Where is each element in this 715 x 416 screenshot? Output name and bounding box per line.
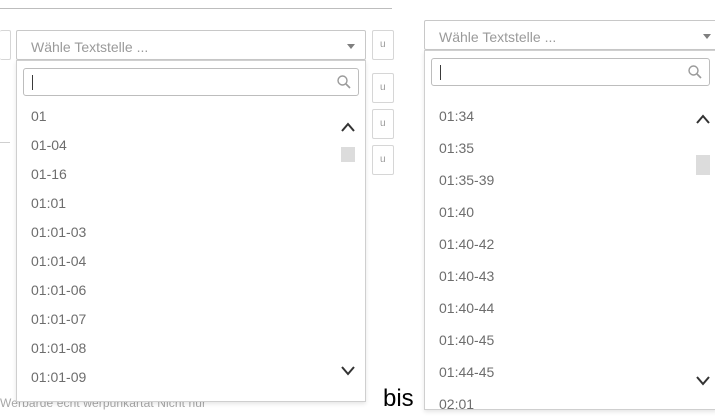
select-placeholder: Wähle Textstelle ...: [31, 39, 149, 55]
search-icon: [688, 65, 702, 79]
scroll-thumb[interactable]: [341, 147, 355, 162]
chevron-down-icon[interactable]: [340, 365, 356, 377]
scrollbar[interactable]: [337, 105, 359, 401]
background-fragment-text: u: [380, 118, 386, 129]
list-item[interactable]: 01:40-45: [439, 332, 494, 348]
search-icon: [337, 75, 351, 89]
background-field-fragment: u: [372, 73, 394, 103]
caret-down-icon[interactable]: [347, 44, 355, 49]
list-item[interactable]: 01:35: [439, 140, 474, 156]
chevron-up-icon[interactable]: [695, 113, 711, 125]
list-item[interactable]: 01:40-43: [439, 268, 494, 284]
list-item[interactable]: 01:40-44: [439, 300, 494, 316]
list-item[interactable]: 01-16: [31, 166, 67, 182]
options-list: 01:34 01:35 01:35-39 01:40 01:40-42 01:4…: [425, 95, 715, 409]
list-item[interactable]: 01:34: [439, 108, 474, 124]
background-fragment-text: u: [380, 39, 386, 50]
scroll-thumb[interactable]: [696, 155, 710, 175]
text-cursor: [440, 65, 441, 80]
list-item[interactable]: 02:01: [439, 396, 474, 409]
list-item[interactable]: 01-04: [31, 137, 67, 153]
search-input[interactable]: [23, 68, 359, 96]
list-item[interactable]: 01:40-42: [439, 236, 494, 252]
background-field-fragment: [0, 30, 11, 60]
background-fragment-text: u: [380, 82, 386, 93]
chevron-up-icon[interactable]: [340, 121, 356, 133]
textstelle-select-right[interactable]: Wähle Textstelle ...: [424, 20, 715, 50]
options-list: 01 01-04 01-16 01:01 01:01-03 01:01-04 0…: [17, 105, 365, 401]
list-item[interactable]: 01:35-39: [439, 172, 494, 188]
list-item[interactable]: 01:01-08: [31, 340, 86, 356]
list-item[interactable]: 01:01-04: [31, 253, 86, 269]
list-item[interactable]: 01:01-06: [31, 282, 86, 298]
background-field-fragment: u: [372, 30, 394, 60]
background-fragment-text: u: [380, 154, 386, 165]
background-field-fragment: u: [372, 109, 394, 139]
list-item[interactable]: 01:44-45: [439, 364, 494, 380]
list-item[interactable]: 01:01: [31, 195, 66, 211]
background-divider: [0, 142, 10, 143]
chevron-down-icon[interactable]: [695, 375, 711, 387]
textstelle-select-left[interactable]: Wähle Textstelle ...: [16, 30, 366, 60]
list-item[interactable]: 01:01-03: [31, 224, 86, 240]
caret-down-icon[interactable]: [703, 34, 711, 39]
list-item[interactable]: 01:40: [439, 204, 474, 220]
search-input[interactable]: [431, 58, 710, 86]
list-item[interactable]: 01:01-09: [31, 369, 86, 385]
list-item[interactable]: 01: [31, 108, 47, 124]
textstelle-dropdown-right: 01:34 01:35 01:35-39 01:40 01:40-42 01:4…: [424, 50, 715, 410]
scrollbar[interactable]: [692, 95, 714, 409]
list-item[interactable]: 01:01-07: [31, 311, 86, 327]
textstelle-dropdown-left: 01 01-04 01-16 01:01 01:01-03 01:01-04 0…: [16, 60, 366, 402]
top-divider: [0, 8, 392, 9]
background-field-fragment: u: [372, 145, 394, 175]
text-cursor: [32, 75, 33, 90]
joiner-label: bis: [383, 385, 414, 412]
select-placeholder: Wähle Textstelle ...: [439, 29, 557, 45]
